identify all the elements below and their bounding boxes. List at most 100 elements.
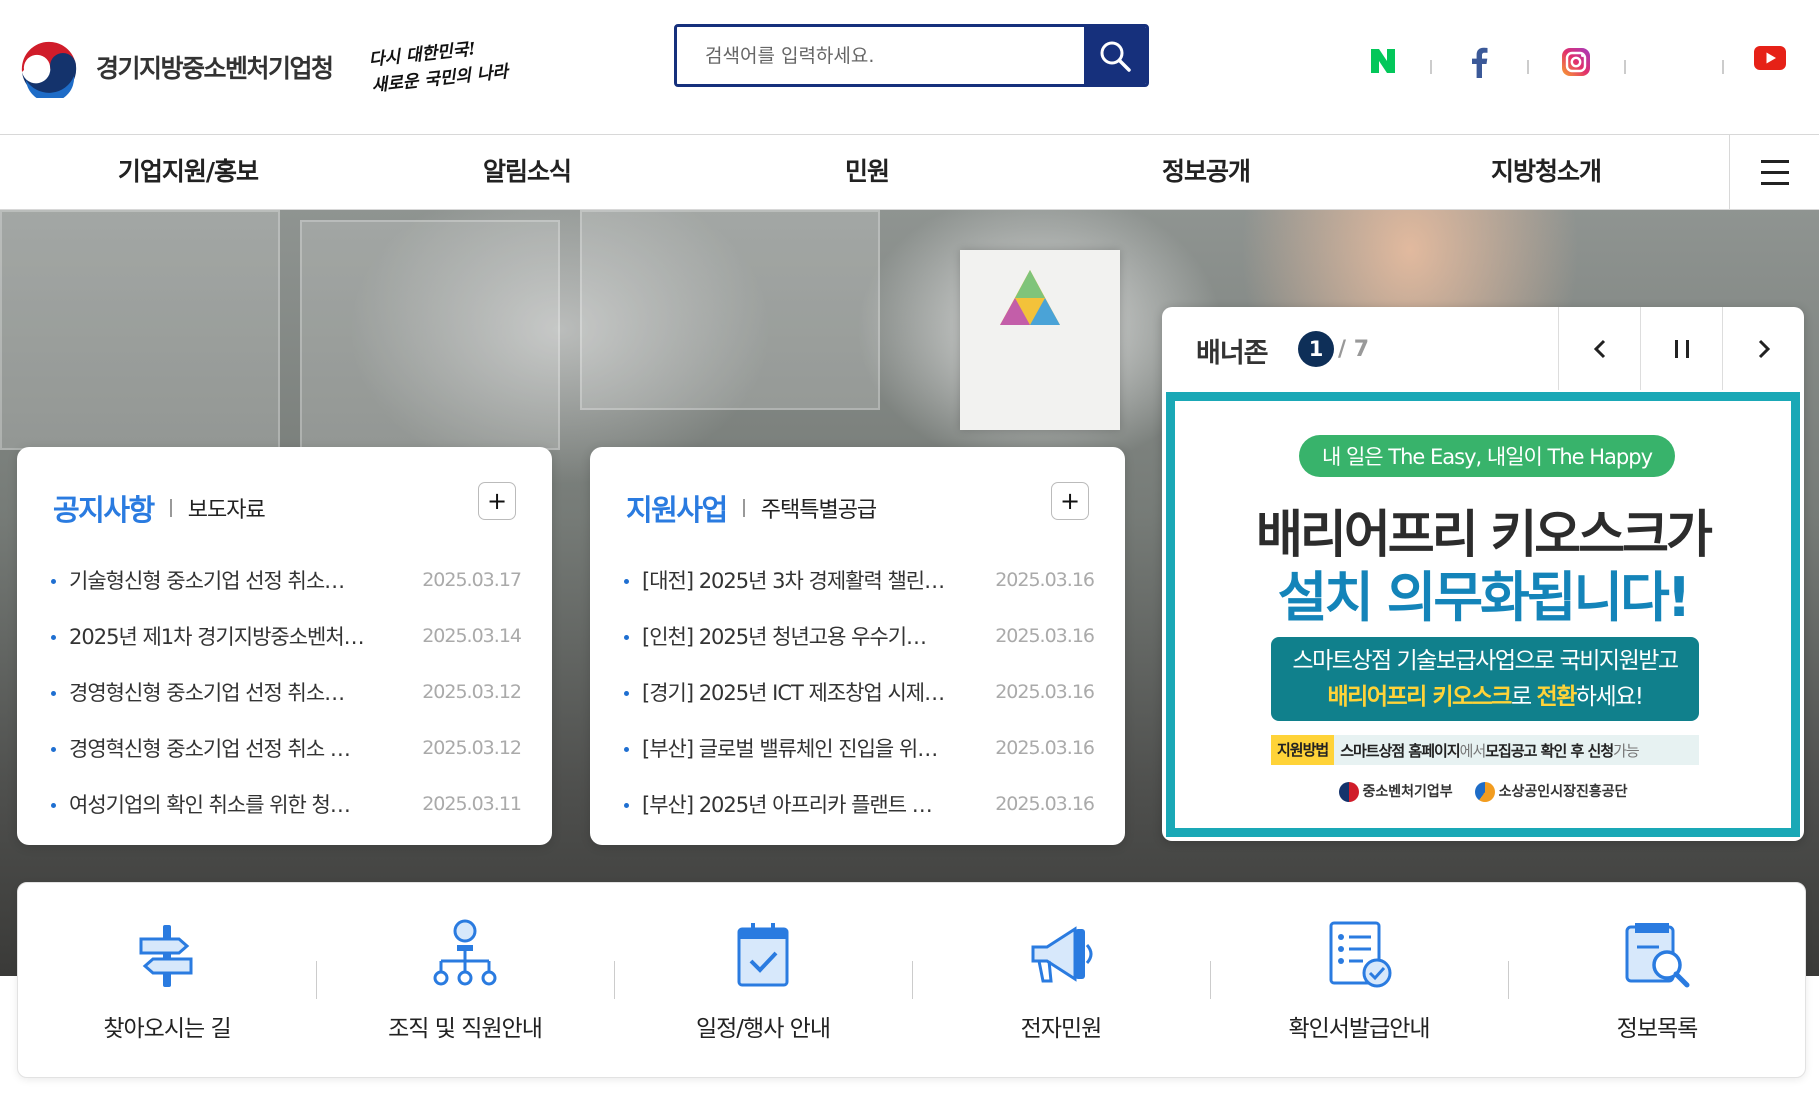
list-item[interactable]: 2025년 제1차 경기지방중소벤처… 2025.03.14 — [51, 608, 522, 664]
facebook-link[interactable] — [1465, 46, 1495, 78]
more-support-button[interactable]: + — [1051, 482, 1089, 520]
banner-info-line1: 스마트상점 기술보급사업으로 국비지원받고 — [1292, 648, 1679, 674]
support-title[interactable]: [경기] 2025년 ICT 제조창업 시제… — [624, 677, 944, 707]
support-title[interactable]: [대전] 2025년 3차 경제활력 챌린… — [624, 565, 944, 595]
menu-line — [1760, 159, 1789, 163]
method-tag: 지원방법 — [1271, 735, 1335, 765]
quick-link-info-list[interactable]: 정보목록 — [1508, 883, 1806, 1079]
banner-highlight: 전환 — [1536, 684, 1577, 710]
notice-date: 2025.03.17 — [422, 569, 522, 591]
banner-total: / 7 — [1338, 336, 1370, 362]
support-title[interactable]: [부산] 2025년 아프리카 플랜트 … — [624, 789, 932, 819]
quick-link-schedule[interactable]: 일정/행사 안내 — [614, 883, 912, 1079]
notice-date: 2025.03.12 — [422, 737, 522, 759]
search-input[interactable] — [677, 27, 1084, 84]
support-title[interactable]: [인천] 2025년 청년고용 우수기… — [624, 621, 926, 651]
notice-date: 2025.03.12 — [422, 681, 522, 703]
banner-info-box: 스마트상점 기술보급사업으로 국비지원받고 배리어프리 키오스크로 전환하세요! — [1271, 637, 1699, 721]
method-text: 가능 — [1613, 741, 1640, 760]
office-window — [300, 220, 560, 450]
nav-item-business-support[interactable]: 기업지원/홍보 — [88, 135, 288, 209]
mss-logo-icon — [1338, 782, 1359, 802]
list-item[interactable]: 경영형신형 중소기업 선정 취소… 2025.03.12 — [51, 664, 522, 720]
list-item[interactable]: [대전] 2025년 3차 경제활력 챌린… 2025.03.16 — [624, 552, 1095, 608]
banner-next-button[interactable] — [1722, 307, 1804, 390]
list-item[interactable]: 기술형신형 중소기업 선정 취소… 2025.03.17 — [51, 552, 522, 608]
banner-org-logos: 중소벤처기업부 소상공인시장진흥공단 — [1175, 781, 1791, 802]
triangle-chart-icon — [1000, 270, 1060, 325]
support-card-header: 지원사업 주택특별공급 — [626, 487, 877, 529]
list-item[interactable]: [부산] 글로벌 밸류체인 진입을 위… 2025.03.16 — [624, 720, 1095, 776]
banner-slide[interactable]: 내 일은 The Easy, 내일이 The Happy 배리어프리 키오스크가… — [1166, 392, 1800, 837]
megaphone-icon — [1031, 926, 1093, 983]
quick-link-organization[interactable]: 조직 및 직원안내 — [316, 883, 614, 1079]
list-item[interactable]: 여성기업의 확인 취소를 위한 청… 2025.03.11 — [51, 776, 522, 832]
plus-icon: + — [1059, 487, 1081, 515]
banner-text: 하세요! — [1575, 684, 1644, 710]
quick-link-directions[interactable]: 찾아오시는 길 — [18, 883, 316, 1079]
banner-prev-button[interactable] — [1558, 307, 1640, 390]
quick-link-label: 조직 및 직원안내 — [388, 1016, 543, 1042]
sns-divider — [1430, 60, 1432, 74]
method-text: 에서 — [1459, 741, 1487, 760]
list-item[interactable]: [부산] 2025년 아프리카 플랜트 … 2025.03.16 — [624, 776, 1095, 832]
chevron-left-icon — [1593, 339, 1605, 358]
banner-info-line2: 배리어프리 키오스크로 전환하세요! — [1271, 679, 1699, 715]
naver-blog-icon — [1371, 49, 1395, 73]
quick-link-certificate[interactable]: 확인서발급안내 — [1210, 883, 1508, 1079]
page: 경기지방중소벤처기업청 다시 대한민국! 새로운 국민의 나라 검색어를 입력하… — [0, 0, 1819, 1105]
support-date: 2025.03.16 — [995, 737, 1095, 759]
notice-title[interactable]: 여성기업의 확인 취소를 위한 청… — [51, 789, 350, 819]
notice-title[interactable]: 2025년 제1차 경기지방중소벤처… — [51, 621, 364, 651]
sns-divider — [1624, 60, 1626, 74]
tab-divider — [742, 499, 745, 517]
facebook-icon — [1472, 47, 1488, 78]
support-date: 2025.03.16 — [995, 793, 1095, 815]
nav-item-info-disclosure[interactable]: 정보공개 — [1106, 135, 1306, 209]
method-text: 모집공고 확인 후 신청 — [1485, 741, 1614, 760]
search-icon — [1100, 41, 1131, 72]
banner-method-row: 지원방법 스마트상점 홈페이지 에서 모집공고 확인 후 신청 가능 — [1271, 735, 1699, 765]
method-text: 스마트상점 홈페이지 — [1340, 741, 1460, 760]
mss-logo: 중소벤처기업부 — [1338, 781, 1453, 802]
banner-pause-button[interactable] — [1640, 307, 1722, 390]
quick-link-e-petition[interactable]: 전자민원 — [912, 883, 1210, 1079]
notice-list: 기술형신형 중소기업 선정 취소… 2025.03.17 2025년 제1차 경기… — [51, 552, 522, 832]
semas-logo-text: 소상공인시장진흥공단 — [1498, 784, 1628, 800]
support-title[interactable]: [부산] 글로벌 밸류체인 진입을 위… — [624, 733, 937, 763]
more-notices-button[interactable]: + — [478, 482, 516, 520]
nav-item-civil-petition[interactable]: 민원 — [767, 135, 967, 209]
header: 경기지방중소벤처기업청 다시 대한민국! 새로운 국민의 나라 — [0, 0, 1819, 134]
list-item[interactable]: [경기] 2025년 ICT 제조창업 시제… 2025.03.16 — [624, 664, 1095, 720]
hamburger-menu-icon[interactable] — [1729, 135, 1819, 209]
taegeuk-logo-icon — [20, 38, 78, 98]
notice-title[interactable]: 기술형신형 중소기업 선정 취소… — [51, 565, 344, 595]
menu-line — [1760, 170, 1789, 174]
instagram-link[interactable] — [1560, 46, 1592, 78]
list-item[interactable]: [인천] 2025년 청년고용 우수기… 2025.03.16 — [624, 608, 1095, 664]
list-item[interactable]: 경영혁신형 중소기업 선정 취소 … 2025.03.12 — [51, 720, 522, 776]
support-date: 2025.03.16 — [995, 569, 1095, 591]
youtube-link[interactable] — [1754, 46, 1786, 70]
notice-title[interactable]: 경영형신형 중소기업 선정 취소… — [51, 677, 344, 707]
search-button[interactable] — [1084, 27, 1146, 84]
quick-link-label: 일정/행사 안내 — [695, 1016, 831, 1042]
tab-special-housing[interactable]: 주택특별공급 — [761, 492, 877, 524]
tab-support-programs[interactable]: 지원사업 — [626, 487, 728, 529]
quick-links: 찾아오시는 길 조직 및 직원안내 일정/행사 안내 전자민원 확인서발급안내 … — [17, 882, 1806, 1078]
plus-icon: + — [486, 487, 508, 515]
nav-item-news[interactable]: 알림소식 — [427, 135, 627, 209]
notice-title[interactable]: 경영혁신형 중소기업 선정 취소 … — [51, 733, 350, 763]
tab-notices[interactable]: 공지사항 — [53, 487, 155, 529]
naver-blog-link[interactable] — [1368, 46, 1398, 76]
tab-press-releases[interactable]: 보도자료 — [188, 492, 266, 524]
nav-item-about-office[interactable]: 지방청소개 — [1446, 135, 1646, 209]
semas-logo-icon — [1474, 782, 1495, 802]
banner-zone-title: 배너존 — [1196, 338, 1269, 369]
tab-divider — [169, 499, 172, 517]
instagram-icon — [1562, 48, 1590, 76]
office-window — [580, 210, 880, 410]
main-nav: 기업지원/홍보 알림소식 민원 정보공개 지방청소개 — [0, 134, 1819, 210]
org-logo[interactable]: 경기지방중소벤처기업청 — [18, 36, 334, 98]
office-window — [0, 210, 280, 450]
